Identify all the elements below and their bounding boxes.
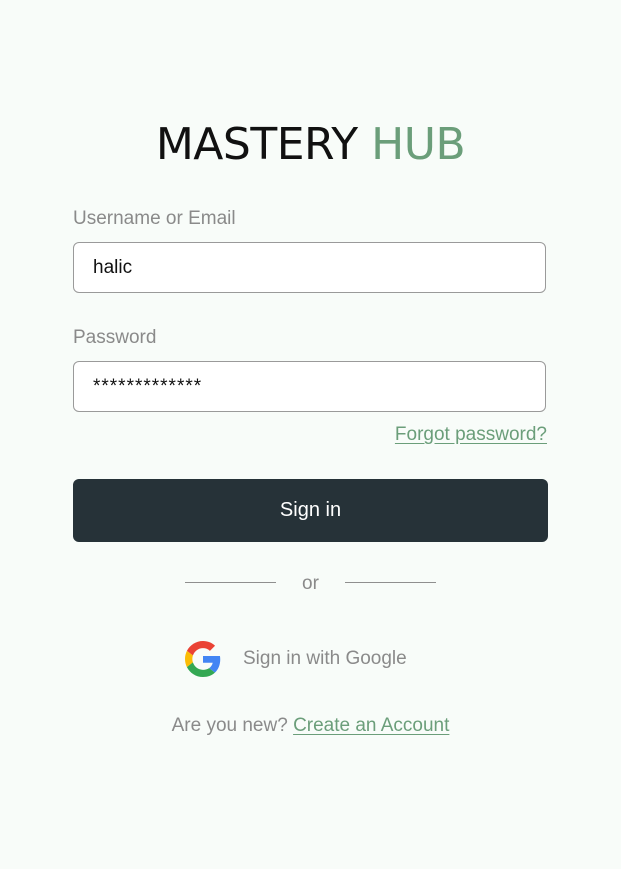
google-icon [185,641,221,677]
username-label: Username or Email [73,208,236,229]
forgot-password-link[interactable]: Forgot password? [395,424,547,446]
password-input[interactable] [73,361,546,412]
create-account-link[interactable]: Create an Account [293,715,449,736]
logo-word-mastery: MASTERY [155,119,358,170]
app-logo: MASTERY HUB [0,117,621,173]
divider-or-text: or [302,573,319,594]
signup-prompt: Are you new? Create an Account [0,715,621,737]
signup-prompt-text: Are you new? [171,715,288,736]
sign-in-button[interactable]: Sign in [73,479,548,542]
login-page: MASTERY HUB Username or Email Password F… [0,0,621,869]
divider-line-right [345,582,436,583]
google-sign-in-button[interactable]: Sign in with Google [185,638,407,680]
divider-line-left [185,582,276,583]
password-label: Password [73,327,157,348]
username-input[interactable] [73,242,546,293]
google-sign-in-label: Sign in with Google [243,648,407,669]
logo-word-hub: HUB [371,119,466,170]
